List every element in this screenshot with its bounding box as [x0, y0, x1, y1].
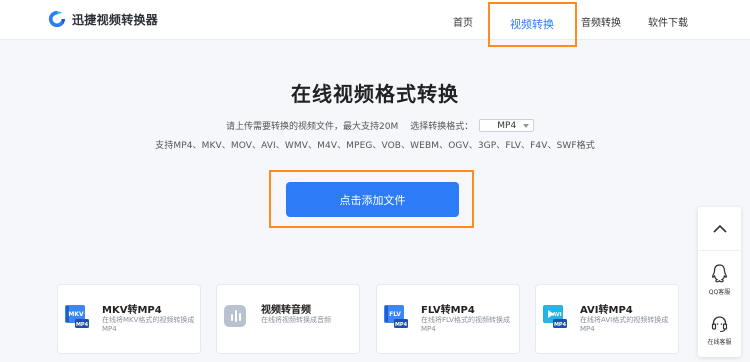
card-flv-to-mp4[interactable]: FLV MP4 FLV转MP4 在线将FLV格式的视频转换成MP4	[376, 284, 520, 354]
qq-support-label: QQ客服	[708, 289, 731, 296]
nav-video-convert[interactable]: 视频转换	[510, 16, 554, 32]
upload-hint-row: 请上传需要转换的视频文件，最大支持20M 选择转换格式： MP4	[226, 119, 535, 132]
svg-text:MP4: MP4	[395, 322, 408, 328]
avi-to-mp4-icon: AVI MP4	[543, 305, 567, 328]
format-select-value: MP4	[497, 120, 517, 131]
card-title: 视频转音频	[261, 305, 311, 316]
add-file-button[interactable]: 点击添加文件	[286, 182, 459, 217]
card-title: FLV转MP4	[421, 305, 475, 316]
card-desc: 在线将MKV格式的视频转换成MP4	[102, 316, 195, 333]
card-desc: 在线将视频转换成音频	[261, 316, 331, 324]
svg-text:FLV: FLV	[389, 311, 401, 318]
format-select[interactable]: MP4	[479, 119, 535, 132]
online-support-label: 在线客服	[707, 339, 732, 346]
page-title: 在线视频格式转换	[291, 82, 459, 106]
flv-to-mp4-icon: FLV MP4	[384, 305, 408, 328]
back-to-top-button[interactable]	[698, 207, 741, 251]
online-support-button[interactable]: 在线客服	[698, 305, 741, 355]
nav-software-download[interactable]: 软件下载	[648, 14, 688, 29]
select-format-label: 选择转换格式：	[410, 122, 474, 132]
card-desc: 在线将AVI格式的视频转换成MP4	[580, 316, 669, 333]
card-avi-to-mp4[interactable]: AVI MP4 AVI转MP4 在线将AVI格式的视频转换成MP4	[535, 284, 679, 354]
svg-text:MP4: MP4	[554, 322, 567, 328]
chevron-down-icon	[523, 124, 530, 128]
nav-home[interactable]: 首页	[453, 14, 473, 29]
upload-hint: 请上传需要转换的视频文件，最大支持20M	[226, 122, 399, 132]
qq-icon	[711, 264, 728, 283]
logo[interactable]: 迅捷视频转换器	[48, 10, 158, 28]
card-video-to-audio[interactable]: 视频转音频 在线将视频转换成音频	[216, 284, 360, 354]
card-title: AVI转MP4	[580, 305, 633, 316]
supported-formats: 支持MP4、MKV、MOV、AVI、WMV、M4V、MPEG、VOB、WEBM、…	[155, 141, 595, 151]
top-header: 迅捷视频转换器 首页 视频转换 音频转换 软件下载	[0, 0, 750, 40]
svg-text:AVI: AVI	[552, 312, 561, 318]
svg-text:MP4: MP4	[76, 322, 89, 328]
card-title: MKV转MP4	[102, 305, 162, 316]
card-desc: 在线将FLV格式的视频转换成MP4	[421, 316, 510, 333]
svg-text:MKV: MKV	[68, 311, 84, 318]
nav-audio-convert[interactable]: 音频转换	[581, 14, 621, 29]
logo-text: 迅捷视频转换器	[72, 12, 159, 27]
floating-sidebar: QQ客服 在线客服	[698, 207, 741, 357]
mkv-to-mp4-icon: MKV MP4	[65, 305, 89, 328]
card-mkv-to-mp4[interactable]: MKV MP4 MKV转MP4 在线将MKV格式的视频转换成MP4	[57, 284, 201, 354]
qq-support-button[interactable]: QQ客服	[698, 255, 741, 305]
chevron-up-icon	[712, 224, 727, 233]
video-to-audio-icon	[224, 305, 246, 327]
logo-icon	[48, 10, 66, 28]
headset-icon	[711, 316, 728, 333]
